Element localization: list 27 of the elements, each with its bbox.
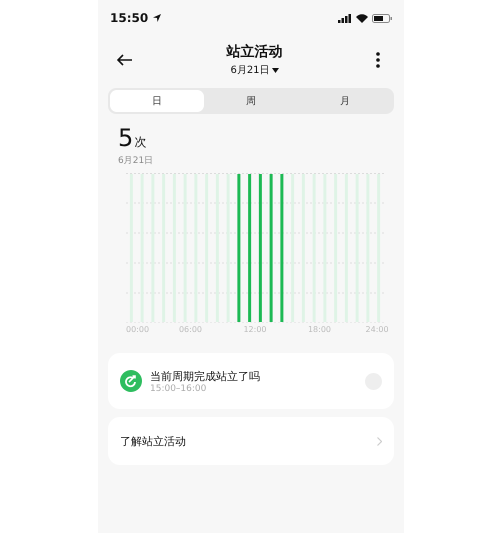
axis-tick-label: 06:00 <box>178 325 202 334</box>
location-icon <box>152 13 162 23</box>
axis-tick-label: 18:00 <box>308 325 332 334</box>
reminder-time: 15:00–16:00 <box>150 384 208 394</box>
period-tab[interactable]: 周 <box>204 90 298 112</box>
wifi-icon <box>356 14 368 22</box>
period-tab[interactable]: 月 <box>298 90 392 112</box>
learn-more-label: 了解站立活动 <box>120 434 186 448</box>
more-icon[interactable] <box>376 52 380 68</box>
date-selector[interactable]: 6月21日 <box>230 63 279 77</box>
count-value: 5 <box>118 124 134 152</box>
chevron-right-icon <box>377 436 382 446</box>
page-title: 站立活动 <box>226 43 282 61</box>
count-unit: 次 <box>134 134 146 151</box>
battery-icon <box>372 14 392 22</box>
caret-icon <box>272 68 279 72</box>
axis-tick-label: 24:00 <box>366 325 389 334</box>
reminder-title: 当前周期完成站立了吗 <box>150 368 261 384</box>
period-tab[interactable]: 日 <box>110 90 204 112</box>
back-arrow-icon[interactable] <box>117 54 133 66</box>
summary-date: 6月21日 <box>117 155 154 167</box>
axis-tick-label: 12:00 <box>243 325 267 334</box>
signal-icon <box>338 14 352 22</box>
axis-tick-label: 00:00 <box>126 325 150 334</box>
check-in-icon <box>120 370 142 392</box>
status-time: 15:50 <box>110 11 148 25</box>
learn-more-row[interactable]: 了解站立活动 <box>108 417 394 465</box>
